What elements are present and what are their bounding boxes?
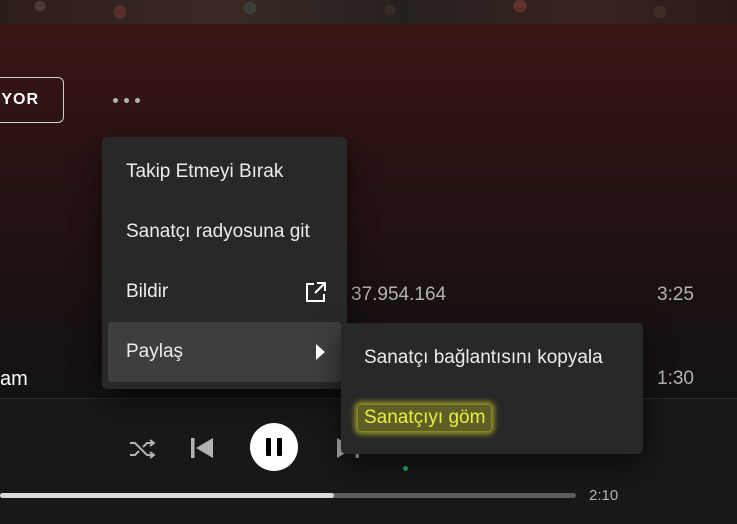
caret-right-icon bbox=[316, 344, 325, 360]
dot-icon bbox=[123, 97, 129, 103]
menu-item-copy-artist-link[interactable]: Sanatçı bağlantısını kopyala bbox=[347, 328, 637, 388]
dot-icon bbox=[112, 97, 118, 103]
menu-item-label: Paylaş bbox=[126, 341, 184, 362]
menu-item-label: Takip Etmeyi Bırak bbox=[126, 161, 284, 182]
menu-item-label: Sanatçı radyosuna git bbox=[126, 221, 310, 242]
menu-item-share[interactable]: Paylaş bbox=[108, 322, 341, 382]
pause-icon bbox=[266, 438, 271, 456]
share-submenu: Sanatçı bağlantısını kopyala Sanatçıyı g… bbox=[341, 323, 643, 454]
artist-context-menu: Takip Etmeyi Bırak Sanatçı radyosuna git… bbox=[102, 137, 347, 389]
menu-item-unfollow[interactable]: Takip Etmeyi Bırak bbox=[108, 142, 341, 202]
repeat-active-indicator bbox=[403, 466, 408, 471]
menu-item-label: Sanatçıyı göm bbox=[358, 405, 492, 431]
menu-item-report[interactable]: Bildir bbox=[108, 262, 341, 322]
shuffle-icon[interactable] bbox=[128, 437, 156, 461]
dot-icon bbox=[134, 97, 140, 103]
artist-cover-image bbox=[0, 0, 737, 24]
track-duration: 1:30 bbox=[657, 368, 694, 389]
previous-icon[interactable] bbox=[188, 434, 216, 462]
menu-item-label: Sanatçı bağlantısını kopyala bbox=[364, 347, 603, 368]
follow-button[interactable]: YOR bbox=[0, 77, 64, 123]
menu-item-artist-radio[interactable]: Sanatçı radyosuna git bbox=[108, 202, 341, 262]
track-play-count: 37.954.164 bbox=[351, 284, 447, 305]
pause-icon bbox=[277, 438, 282, 456]
more-options-button[interactable] bbox=[104, 88, 148, 112]
menu-item-embed-artist[interactable]: Sanatçıyı göm bbox=[347, 388, 637, 448]
track-title: am bbox=[0, 368, 28, 390]
menu-item-label: Bildir bbox=[126, 281, 169, 302]
external-link-icon bbox=[306, 282, 326, 302]
progress-bar[interactable] bbox=[0, 493, 576, 498]
follow-button-label: YOR bbox=[1, 91, 39, 108]
pause-button[interactable] bbox=[250, 423, 298, 471]
track-duration: 3:25 bbox=[657, 284, 694, 305]
progress-bar-fill bbox=[0, 493, 335, 498]
total-time: 2:10 bbox=[589, 487, 619, 504]
